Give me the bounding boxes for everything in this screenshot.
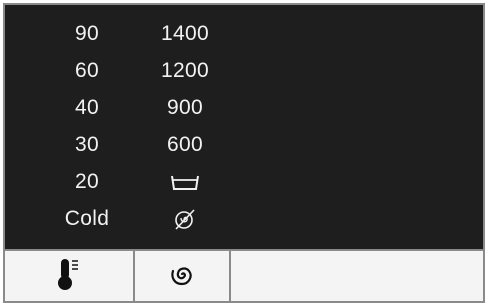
rinse-hold-icon <box>130 163 240 200</box>
temp-option-30: 30 <box>75 133 99 156</box>
spin-option-900: 900 <box>167 96 203 119</box>
spiral-icon <box>166 259 198 294</box>
temp-option-40: 40 <box>75 96 99 119</box>
spin-button[interactable] <box>135 251 231 301</box>
temperature-options: 90 60 40 30 20 Cold <box>32 15 142 237</box>
spin-option-1400: 1400 <box>161 22 209 45</box>
temperature-button[interactable] <box>5 251 135 301</box>
control-panel: 90 60 40 30 20 Cold 1400 1200 900 600 <box>3 3 485 303</box>
spin-option-1200: 1200 <box>161 59 209 82</box>
temp-option-60: 60 <box>75 59 99 82</box>
thermometer-icon <box>57 257 81 296</box>
display-screen: 90 60 40 30 20 Cold 1400 1200 900 600 <box>5 5 483 249</box>
no-spin-icon <box>130 200 240 237</box>
spin-options: 1400 1200 900 600 <box>130 15 240 237</box>
button-bar <box>5 249 483 301</box>
temp-option-cold: Cold <box>64 207 110 230</box>
spin-option-600: 600 <box>167 133 203 156</box>
empty-button[interactable] <box>231 251 483 301</box>
temp-option-90: 90 <box>75 22 99 45</box>
temp-option-20: 20 <box>75 170 99 193</box>
